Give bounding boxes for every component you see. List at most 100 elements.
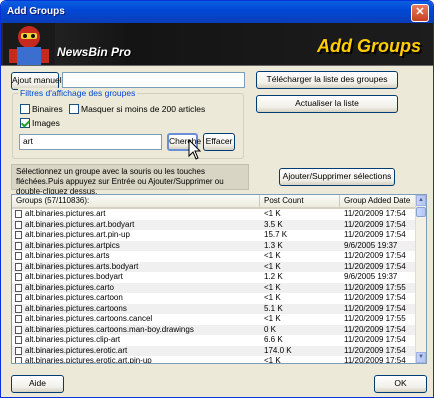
post-count-cell: <1 K (264, 356, 281, 364)
images-label: Images (32, 118, 60, 128)
column-header-date[interactable]: Group Added Date (340, 195, 416, 207)
document-icon (15, 241, 22, 250)
scroll-down-icon[interactable]: ▼ (416, 352, 426, 363)
group-date-cell: 11/20/2009 17:54 (344, 293, 406, 302)
table-row[interactable]: alt.binaries.pictures.bodyart 1.2 K 9/6/20… (12, 272, 416, 283)
group-name-cell: alt.binaries.pictures.cartoon (25, 293, 123, 302)
table-row[interactable]: alt.binaries.pictures.carto <1 K 11/20/200… (12, 282, 416, 293)
table-row[interactable]: alt.binaries.pictures.art.bodyart 3.5 K 11… (12, 219, 416, 230)
group-name-cell: alt.binaries.pictures.erotic.art.pin-up (25, 356, 152, 364)
binaries-checkbox[interactable] (20, 104, 30, 114)
group-name-cell: alt.binaries.pictures.arts.bodyart (25, 261, 139, 271)
group-date-cell: 11/20/2009 17:54 (344, 303, 406, 313)
post-count-cell: <1 K (264, 251, 281, 260)
group-name-cell: alt.binaries.pictures.art.pin-up (25, 230, 130, 239)
document-icon (15, 252, 22, 260)
table-row[interactable]: alt.binaries.pictures.erotic.art 174.0 K 1… (12, 345, 416, 356)
group-name-cell: alt.binaries.pictures.art.bodyart (25, 219, 135, 229)
post-count-cell: 0 K (264, 324, 277, 334)
document-icon (15, 315, 22, 323)
close-button[interactable]: ✕ (411, 4, 429, 22)
post-count-cell: 15.7 K (264, 230, 288, 239)
ok-button[interactable]: OK (374, 375, 427, 393)
group-date-cell: 11/20/2009 17:55 (344, 282, 406, 292)
table-row[interactable]: alt.binaries.pictures.artpics 1.3 K 9/6/20… (12, 240, 416, 251)
banner-heading: Add Groups (317, 36, 421, 56)
mouse-pointer-icon (188, 139, 202, 160)
table-row[interactable]: alt.binaries.pictures.cartoons.cancel <1 … (12, 314, 416, 325)
group-date-cell: 9/6/2005 19:37 (344, 272, 398, 281)
add-groups-dialog: Add Groups ✕ NewsBin Pro Add Groups Ajou… (0, 0, 434, 398)
add-remove-button[interactable]: Ajouter/Supprimer sélections (279, 168, 395, 186)
group-date-cell: 11/20/2009 17:54 (344, 251, 406, 260)
hide-small-checkbox[interactable] (69, 104, 79, 114)
robot-logo-icon (3, 23, 55, 65)
group-name-cell: alt.binaries.pictures.artpics (25, 240, 120, 250)
table-row[interactable]: alt.binaries.pictures.arts.bodyart <1 K 11… (12, 261, 416, 272)
table-row[interactable]: alt.binaries.pictures.arts <1 K 11/20/2009… (12, 251, 416, 262)
document-icon (15, 273, 22, 281)
groups-table[interactable]: Groups (57/110836): Post Count Group Add… (11, 194, 427, 364)
group-date-cell: 11/20/2009 17:54 (344, 209, 406, 218)
group-name-cell: alt.binaries.pictures.carto (25, 282, 114, 292)
post-count-cell: 6.6 K (264, 335, 283, 344)
table-row[interactable]: alt.binaries.pictures.clip-art 6.6 K 11/20… (12, 335, 416, 346)
images-checkbox[interactable] (20, 118, 30, 128)
post-count-cell: 3.5 K (264, 219, 283, 229)
document-icon (15, 283, 22, 292)
post-count-cell: <1 K (264, 293, 281, 302)
group-name-cell: alt.binaries.pictures.arts (25, 251, 110, 260)
table-row[interactable]: alt.binaries.pictures.erotic.art.pin-up <… (12, 356, 416, 364)
document-icon (15, 294, 22, 302)
group-date-cell: 11/20/2009 17:54 (344, 356, 406, 364)
hide-small-label: Masquer si moins de 200 articles (81, 104, 206, 114)
download-list-button[interactable]: Télécharger la liste des groupes (256, 71, 398, 89)
post-count-cell: 1.2 K (264, 272, 283, 281)
document-icon (15, 346, 22, 355)
brand-name: NewsBin Pro (57, 45, 132, 59)
group-name-cell: alt.binaries.pictures.cartoons (25, 303, 127, 313)
group-name-cell: alt.binaries.pictures.cartoons.man-boy.d… (25, 324, 194, 334)
group-name-cell: alt.binaries.pictures.clip-art (25, 335, 121, 344)
document-icon (15, 231, 22, 239)
filters-legend: Filtres d'affichage des groupes (18, 88, 138, 98)
update-list-button[interactable]: Actualiser la liste (256, 95, 398, 113)
document-icon (15, 336, 22, 344)
table-row[interactable]: alt.binaries.pictures.cartoons 5.1 K 11/20… (12, 303, 416, 314)
table-header: Groups (57/110836): Post Count Group Add… (12, 195, 416, 209)
document-icon (15, 325, 22, 334)
column-header-groups[interactable]: Groups (57/110836): (12, 195, 260, 207)
group-date-cell: 11/20/2009 17:54 (344, 261, 406, 271)
banner: NewsBin Pro Add Groups (1, 23, 433, 66)
close-icon: ✕ (415, 6, 425, 18)
window-title: Add Groups (7, 6, 65, 17)
scroll-thumb[interactable] (416, 207, 426, 217)
group-date-cell: 11/20/2009 17:54 (344, 219, 406, 229)
group-date-cell: 11/20/2009 17:54 (344, 335, 406, 344)
group-date-cell: 11/20/2009 17:55 (344, 314, 406, 323)
vertical-scrollbar[interactable]: ▲ ▼ (415, 195, 426, 363)
post-count-cell: 5.1 K (264, 303, 283, 313)
instructions-text: Sélectionnez un groupe avec la souris ou… (11, 164, 249, 196)
manual-add-input[interactable] (62, 72, 245, 88)
table-row[interactable]: alt.binaries.pictures.cartoons.man-boy.d… (12, 324, 416, 335)
table-row[interactable]: alt.binaries.pictures.cartoon <1 K 11/20/2… (12, 293, 416, 304)
search-input[interactable]: art (19, 134, 162, 150)
clear-button[interactable]: Effacer (203, 133, 235, 151)
title-bar[interactable]: Add Groups ✕ (1, 1, 433, 23)
document-icon (15, 210, 22, 218)
group-name-cell: alt.binaries.pictures.cartoons.cancel (25, 314, 153, 323)
table-row[interactable]: alt.binaries.pictures.art <1 K 11/20/2009 … (12, 209, 416, 220)
post-count-cell: <1 K (264, 209, 281, 218)
binaries-label: Binaires (32, 104, 63, 114)
group-name-cell: alt.binaries.pictures.art (25, 209, 106, 218)
table-row[interactable]: alt.binaries.pictures.art.pin-up 15.7 K 11… (12, 230, 416, 241)
scroll-up-icon[interactable]: ▲ (416, 195, 426, 206)
post-count-cell: <1 K (264, 282, 281, 292)
help-button[interactable]: Aide (11, 375, 64, 393)
group-date-cell: 9/6/2005 19:37 (344, 240, 398, 250)
post-count-cell: 174.0 K (264, 345, 292, 355)
group-name-cell: alt.binaries.pictures.erotic.art (25, 345, 128, 355)
document-icon (15, 220, 22, 229)
column-header-post-count[interactable]: Post Count (260, 195, 340, 207)
